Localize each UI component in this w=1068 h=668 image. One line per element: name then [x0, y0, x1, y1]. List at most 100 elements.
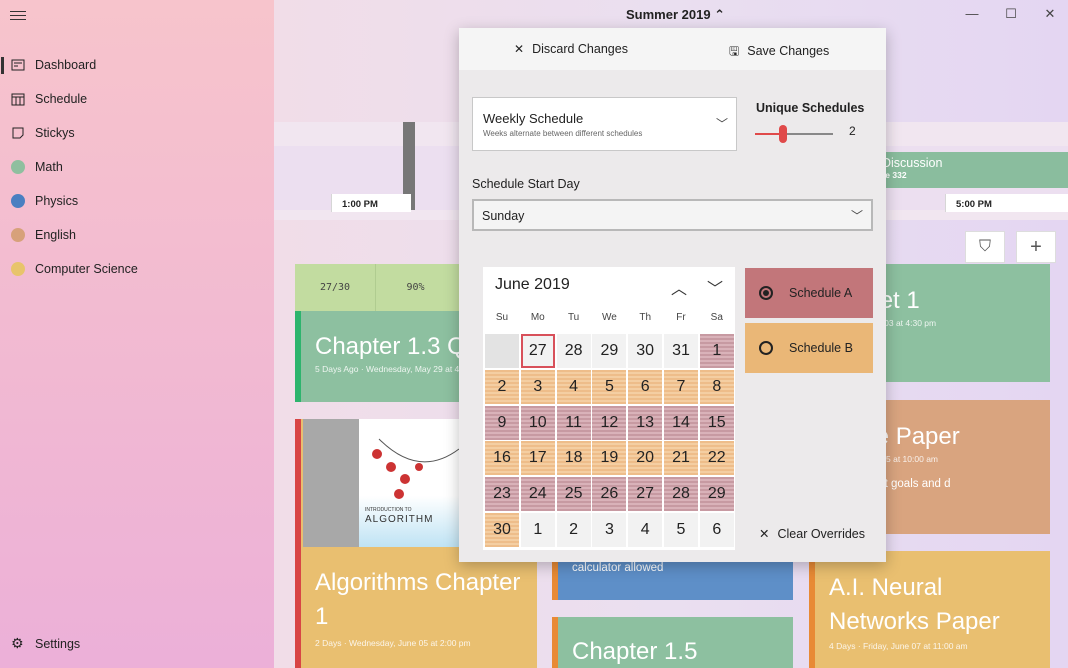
maximize-icon[interactable]: ☐ — [1001, 6, 1021, 22]
calendar-day[interactable]: 30 — [628, 334, 663, 368]
calendar-day[interactable]: 7 — [664, 369, 698, 404]
calendar-day[interactable]: 3 — [592, 513, 627, 547]
calendar-day[interactable]: 5 — [592, 369, 627, 404]
sidebar-item-stickys[interactable]: Stickys — [0, 116, 274, 150]
start-day-dropdown[interactable]: Sunday ﹀ — [472, 199, 873, 231]
schedule-mode-dropdown[interactable]: Weekly Schedule Weeks alternate between … — [472, 97, 737, 151]
calendar-day[interactable]: 4 — [556, 369, 591, 404]
schedule-b-option[interactable]: Schedule B — [745, 323, 873, 373]
chevron-up-icon[interactable]: ︿ — [671, 275, 687, 299]
discard-changes-button[interactable]: ✕ Discard Changes — [514, 42, 628, 56]
calendar-day[interactable]: 10 — [520, 405, 555, 440]
card-body: calculator allowed — [572, 562, 664, 574]
sidebar: Dashboard Schedule Stickys Math Physics … — [0, 0, 274, 668]
card-subtitle: 5 Days Ago · Wednesday, May 29 at 4 — [315, 364, 460, 374]
calendar-day[interactable]: 27 — [520, 334, 555, 368]
calendar-day[interactable]: 31 — [664, 334, 698, 368]
close-icon[interactable]: ✕ — [1040, 6, 1060, 22]
sidebar-item-label: Settings — [35, 637, 81, 651]
gear-icon: ⚙ — [11, 635, 24, 651]
calendar-day[interactable]: 5 — [664, 513, 698, 547]
unique-schedules-slider[interactable] — [755, 122, 833, 146]
card-color-bar — [552, 617, 558, 668]
calendar-day[interactable]: 12 — [592, 405, 627, 440]
calendar-day[interactable]: 14 — [664, 405, 698, 440]
time-tick: 1:00 PM — [331, 194, 411, 212]
sticky-note-icon — [12, 127, 24, 139]
filter-button[interactable]: ⛉ — [965, 231, 1005, 263]
calendar-day[interactable]: 29 — [592, 334, 627, 368]
minimize-icon[interactable]: — — [962, 6, 982, 22]
english-color-dot-icon — [11, 228, 25, 242]
calendar-day[interactable]: 21 — [664, 441, 698, 476]
calendar-day[interactable]: 6 — [699, 513, 734, 547]
calendar-day[interactable]: 16 — [485, 441, 519, 476]
sidebar-item-math[interactable]: Math — [0, 150, 274, 184]
schedule-mode-value: Weekly Schedule — [483, 111, 584, 126]
sidebar-item-label: Computer Science — [35, 262, 138, 276]
calendar-day[interactable] — [485, 334, 519, 368]
calendar-day[interactable]: 27 — [628, 477, 663, 512]
calendar-day[interactable]: 19 — [592, 441, 627, 476]
slider-thumb[interactable] — [779, 125, 787, 143]
schedule-settings-flyout: ✕ Discard Changes 🖫 Save Changes Weekly Sc… — [459, 28, 886, 562]
calendar-day[interactable]: 30 — [485, 513, 519, 547]
calendar-month-label[interactable]: June 2019 — [495, 276, 570, 294]
calendar-day[interactable]: 25 — [556, 477, 591, 512]
filter-icon: ⛉ — [978, 238, 991, 255]
calendar-day[interactable]: 15 — [699, 405, 734, 440]
window-title[interactable]: Summer 2019 ⌃ — [626, 7, 725, 23]
calendar-day[interactable]: 24 — [520, 477, 555, 512]
assignment-card[interactable]: Chapter 1.5 — [552, 617, 793, 668]
calendar-day[interactable]: 23 — [485, 477, 519, 512]
calendar-day[interactable]: 20 — [628, 441, 663, 476]
calendar-day[interactable]: 4 — [628, 513, 663, 547]
calendar-day[interactable]: 29 — [699, 477, 734, 512]
clear-overrides-button[interactable]: ✕ Clear Overrides — [759, 526, 865, 541]
assignment-card[interactable]: A.I. Neural Networks Paper 4 Days · Frid… — [809, 551, 1050, 668]
calendar-day[interactable]: 3 — [520, 369, 555, 404]
assignment-card[interactable]: calculator allowed — [552, 556, 793, 600]
sidebar-item-english[interactable]: English — [0, 218, 274, 252]
add-button[interactable]: + — [1016, 231, 1056, 263]
sidebar-item-schedule[interactable]: Schedule — [0, 82, 274, 116]
clear-overrides-label: Clear Overrides — [777, 527, 866, 541]
calendar-day[interactable]: 17 — [520, 441, 555, 476]
calendar-day[interactable]: 1 — [699, 334, 734, 368]
unique-schedules-value: 2 — [849, 124, 856, 138]
sidebar-item-label: Dashboard — [35, 58, 97, 72]
math-color-dot-icon — [11, 160, 25, 174]
save-changes-button[interactable]: 🖫 Save Changes — [729, 42, 829, 63]
physics-color-dot-icon — [11, 194, 25, 208]
calendar-day[interactable]: 2 — [556, 513, 591, 547]
calendar-day[interactable]: 11 — [556, 405, 591, 440]
sidebar-item-settings[interactable]: ⚙ Settings — [0, 627, 274, 661]
sidebar-item-dashboard[interactable]: Dashboard — [0, 48, 274, 82]
sidebar-item-label: English — [35, 228, 76, 242]
calendar-day[interactable]: 28 — [556, 334, 591, 368]
sidebar-item-physics[interactable]: Physics — [0, 184, 274, 218]
calendar-day[interactable]: 22 — [699, 441, 734, 476]
calendar-day[interactable]: 8 — [699, 369, 734, 404]
calendar-day[interactable]: 26 — [592, 477, 627, 512]
day-of-week-header: Mo — [530, 312, 545, 323]
chevron-down-icon[interactable]: ﹀ — [707, 275, 723, 299]
schedule-b-label: Schedule B — [789, 341, 853, 355]
schedule-mode-hint: Weeks alternate between different schedu… — [483, 129, 643, 138]
timeline-event[interactable]: Discussion re 332 — [874, 152, 1068, 188]
event-title: Discussion — [882, 156, 943, 170]
calendar-day[interactable]: 2 — [485, 369, 519, 404]
schedule-a-option[interactable]: Schedule A — [745, 268, 873, 318]
calendar-day[interactable]: 9 — [485, 405, 519, 440]
radio-selected-icon — [759, 286, 773, 300]
schedule-a-label: Schedule A — [789, 286, 853, 300]
sidebar-item-computer-science[interactable]: Computer Science — [0, 252, 274, 286]
calendar-day[interactable]: 1 — [520, 513, 555, 547]
start-day-label: Schedule Start Day — [472, 177, 580, 191]
hamburger-menu-icon[interactable] — [10, 8, 26, 22]
calendar-day[interactable]: 28 — [664, 477, 698, 512]
sidebar-item-label: Physics — [35, 194, 79, 208]
calendar-day[interactable]: 6 — [628, 369, 663, 404]
calendar-day[interactable]: 13 — [628, 405, 663, 440]
calendar-day[interactable]: 18 — [556, 441, 591, 476]
